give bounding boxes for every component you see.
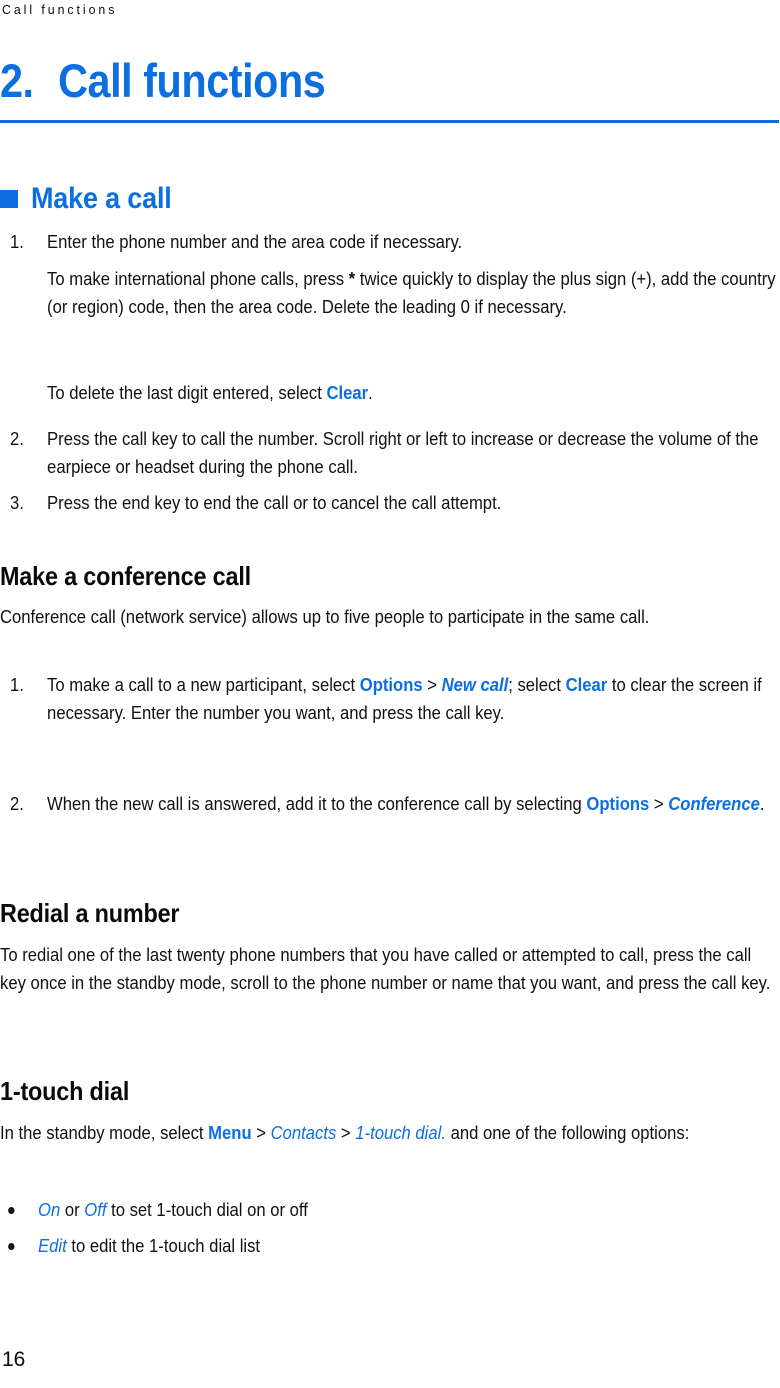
subsection-heading-one-touch-dial: 1-touch dial: [0, 1076, 780, 1106]
paragraph-text: ; select: [508, 674, 566, 695]
subsection-heading-label: Redial a number: [0, 898, 180, 928]
ui-label-clear: Clear: [326, 382, 369, 403]
list-item-content: Press the call key to call the number. S…: [47, 428, 759, 478]
list-item-content: When the new call is answered, add it to…: [47, 790, 780, 818]
paragraph-text: .: [759, 793, 765, 814]
list-item-content: Enter the phone number and the area code…: [47, 228, 780, 256]
list-item: On or Off to set 1-touch dial on or off: [0, 1196, 780, 1224]
ui-label-options: Options: [586, 793, 650, 814]
paragraph: Enter the phone number and the area code…: [47, 231, 463, 252]
bullet-dot-icon: [8, 1207, 15, 1214]
section-heading-make-a-call: Make a call: [0, 182, 780, 216]
paragraph-text: In the standby mode, select: [0, 1122, 209, 1143]
page-number: 16: [2, 1348, 26, 1371]
list-marker: 2.: [9, 428, 24, 449]
section-heading-label: Make a call: [31, 182, 172, 215]
list-item-content: On or Off to set 1-touch dial on or off: [38, 1196, 780, 1224]
chapter-number: 2.: [0, 54, 34, 107]
list-marker: 1.: [9, 231, 24, 252]
paragraph-text: To make international phone calls, press: [47, 268, 349, 289]
ui-label-conference: Conference: [668, 793, 760, 814]
ui-label-clear: Clear: [565, 674, 608, 695]
subsection-heading-redial: Redial a number: [0, 898, 780, 928]
ui-label-on: On: [38, 1199, 61, 1220]
paragraph-text: To delete the last digit entered, select: [47, 382, 327, 403]
list-item: 1. To make a call to a new participant, …: [0, 671, 780, 728]
ui-label-edit: Edit: [38, 1235, 67, 1256]
ui-label-off: Off: [84, 1199, 107, 1220]
paragraph-text: .: [368, 382, 373, 403]
paragraph-conference-intro: Conference call (network service) allows…: [0, 606, 650, 627]
paragraph-text: To make a call to a new participant, sel…: [47, 674, 360, 695]
path-separator: >: [251, 1122, 271, 1143]
subsection-heading-label: Make a conference call: [0, 561, 251, 591]
paragraph-text: to edit the 1-touch dial list: [66, 1235, 261, 1256]
ui-label-new-call: New call: [441, 674, 509, 695]
running-header: Call functions: [2, 2, 118, 17]
list-item-content: To make international phone calls, press…: [47, 265, 780, 322]
ui-label-one-touch-dial: 1-touch dial.: [355, 1122, 446, 1143]
paragraph-text: When the new call is answered, add it to…: [47, 793, 587, 814]
path-separator: >: [649, 793, 669, 814]
list-item-content: Press the end key to end the call or to …: [47, 492, 502, 513]
list-item: Edit to edit the 1-touch dial list: [0, 1232, 780, 1260]
list-item-content: To delete the last digit entered, select…: [47, 379, 780, 407]
paragraph-one-touch-intro: In the standby mode, select Menu > Conta…: [0, 1119, 780, 1147]
list-item: 2. Press the call key to call the number…: [0, 425, 780, 482]
subsection-heading-conference: Make a conference call: [0, 561, 780, 591]
list-item: 1. Enter the phone number and the area c…: [0, 228, 780, 256]
bullet-dot-icon: [8, 1243, 15, 1250]
list-item: 3. Press the end key to end the call or …: [0, 489, 780, 517]
list-item-content: Edit to edit the 1-touch dial list: [38, 1232, 780, 1260]
ui-label-menu: Menu: [208, 1122, 252, 1143]
list-item-continuation: To make international phone calls, press…: [0, 265, 780, 322]
ui-label-options: Options: [359, 674, 423, 695]
chapter-title-text: Call functions: [58, 54, 326, 107]
paragraph-text: and one of the following options:: [445, 1122, 690, 1143]
paragraph-text: to set 1-touch dial on or off: [106, 1199, 308, 1220]
paragraph-text: or: [60, 1199, 85, 1220]
square-bullet-icon: [0, 190, 18, 208]
path-separator: >: [422, 674, 442, 695]
list-marker: 1.: [9, 674, 24, 695]
path-separator: >: [336, 1122, 356, 1143]
chapter-title: 2. Call functions: [0, 53, 686, 115]
list-marker: 2.: [9, 793, 24, 814]
chapter-rule: [0, 120, 779, 123]
list-item-content: To make a call to a new participant, sel…: [47, 671, 780, 728]
list-item-continuation: To delete the last digit entered, select…: [0, 379, 780, 407]
document-page: Call functions 2. Call functions Make a c…: [0, 0, 780, 1388]
ui-label-contacts: Contacts: [270, 1122, 337, 1143]
subsection-heading-label: 1-touch dial: [0, 1076, 130, 1106]
paragraph-redial-body: To redial one of the last twenty phone n…: [0, 944, 771, 994]
list-item: 2. When the new call is answered, add it…: [0, 790, 780, 818]
list-marker: 3.: [9, 492, 24, 513]
